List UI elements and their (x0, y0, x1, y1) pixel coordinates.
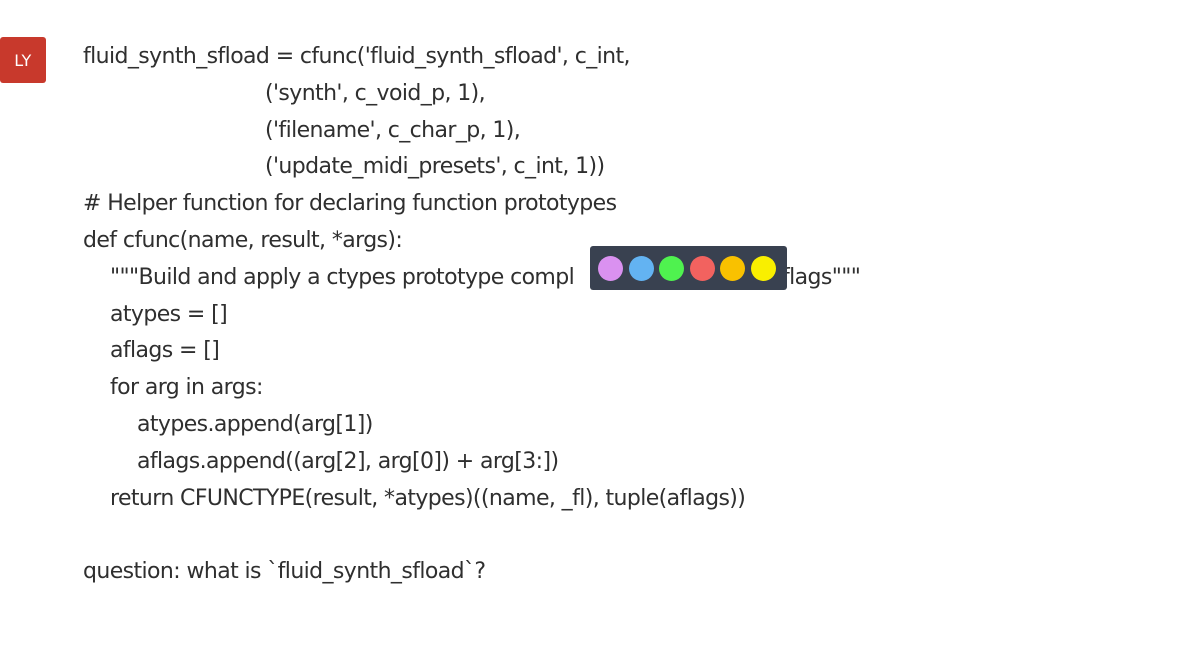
color-swatch-blue[interactable] (628, 255, 654, 281)
code-line: for arg in args: (110, 375, 263, 401)
avatar-initials: LY (14, 50, 32, 70)
avatar: LY (0, 37, 46, 83)
color-swatch-yellow[interactable] (750, 255, 776, 281)
code-line: ('synth', c_void_p, 1), (265, 80, 486, 106)
color-swatch-red[interactable] (689, 255, 715, 281)
code-line: ('update_midi_presets', c_int, 1)) (265, 154, 605, 180)
code-line: atypes = [] (110, 301, 228, 327)
code-line: ('filename', c_char_p, 1), (265, 117, 521, 143)
color-swatch-green[interactable] (659, 255, 684, 281)
color-swatch-violet[interactable] (598, 255, 623, 281)
code-line: aflags.append((arg[2], arg[0]) + arg[3:]… (137, 448, 559, 474)
color-swatch-orange[interactable] (720, 255, 745, 281)
code-line: # Helper function for declaring function… (83, 191, 617, 217)
code-line: fluid_synth_sfload = cfunc('fluid_synth_… (83, 44, 630, 69)
message-body: fluid_synth_sfload = cfunc('fluid_synth_… (83, 39, 1163, 591)
code-line: aflags = [] (110, 338, 220, 364)
highlight-color-palette (590, 246, 787, 290)
code-line: return CFUNCTYPE(result, *atypes)((name,… (110, 485, 746, 511)
code-line: atypes.append(arg[1]) (137, 411, 373, 437)
docstring-start: """Build and apply a ctypes prototype co… (110, 264, 575, 290)
question-text: question: what is `fluid_synth_sfload`? (83, 559, 486, 585)
